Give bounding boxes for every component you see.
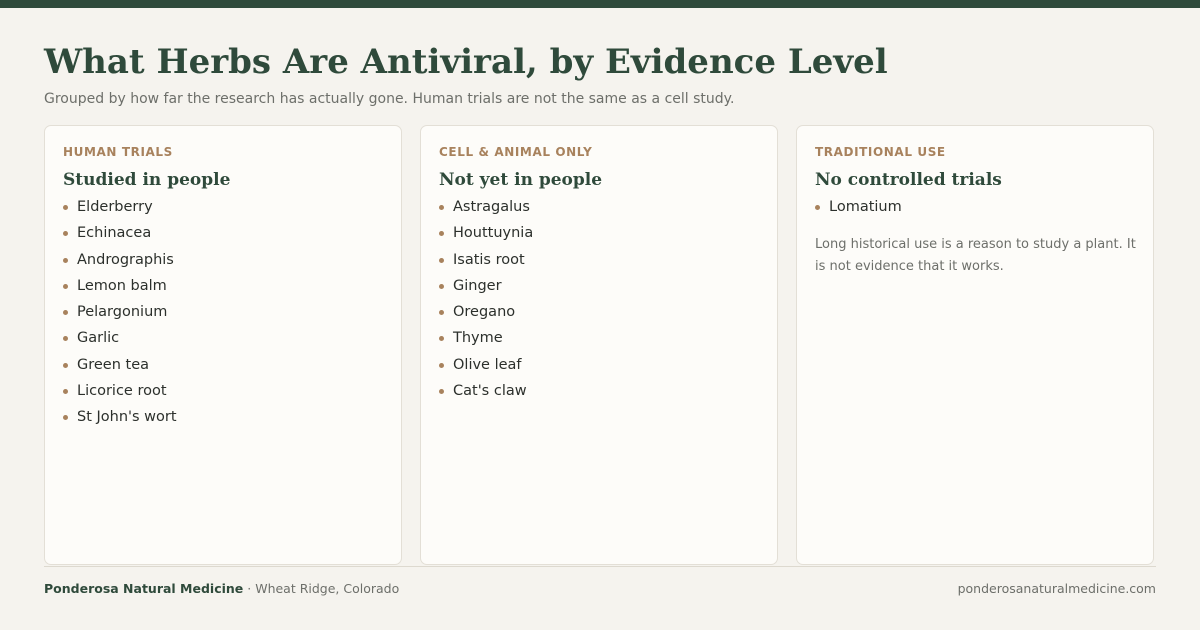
herb-name: Green tea	[77, 356, 150, 373]
herb-item: Echinacea	[63, 222, 177, 248]
bullet-icon	[439, 205, 444, 210]
herb-list: Astragalus Houttuynia Isatis root Ginger Ore…	[439, 196, 533, 406]
herb-name: St John's wort	[77, 409, 177, 426]
herb-name: Houttuynia	[453, 225, 534, 242]
herb-item: Lemon balm	[63, 275, 177, 301]
footer-separator: ·	[243, 581, 256, 596]
page-subtitle: Grouped by how far the research has actu…	[44, 91, 735, 107]
card-heading: Not yet in people	[439, 170, 603, 190]
footer-location: Wheat Ridge, Colorado	[255, 581, 400, 596]
herb-item: Houttuynia	[439, 222, 533, 248]
herb-name: Thyme	[453, 330, 503, 347]
herb-list: Elderberry Echinacea Andrographis Lemon bal…	[63, 196, 177, 433]
herb-name: Cat's claw	[453, 383, 527, 400]
bullet-icon	[63, 205, 68, 210]
bullet-icon	[815, 205, 820, 210]
card-eyebrow: HUMAN TRIALS	[63, 145, 173, 159]
herb-name: Licorice root	[77, 383, 167, 400]
herb-name: Lomatium	[829, 199, 902, 215]
herb-name: Lemon balm	[77, 277, 167, 294]
herb-name: Olive leaf	[453, 356, 522, 373]
herb-item: Green tea	[63, 354, 177, 380]
bullet-icon	[439, 310, 444, 316]
page-title: What Herbs Are Antiviral, by Evidence Le…	[44, 42, 888, 82]
bullet-icon	[439, 231, 444, 237]
card-traditional-use: TRADITIONAL USE No controlled trials Lom…	[796, 125, 1154, 565]
herb-item: Garlic	[63, 327, 177, 353]
card-human-trials: HUMAN TRIALS Studied in people Elderberr…	[44, 125, 402, 565]
bullet-icon	[439, 336, 444, 342]
herb-list: Lomatium	[815, 196, 902, 222]
herb-item: Lomatium	[815, 196, 902, 222]
bullet-icon	[63, 336, 68, 342]
herb-item: Licorice root	[63, 380, 177, 406]
bullet-icon	[439, 257, 444, 263]
bullet-icon	[439, 283, 444, 289]
top-accent-bar	[0, 0, 1200, 8]
card-heading: No controlled trials	[815, 170, 1002, 190]
bullet-icon	[63, 362, 68, 368]
card-note: Long historical use is a reason to study…	[815, 237, 1136, 274]
herb-item: Pelargonium	[63, 301, 177, 327]
herb-item: Ginger	[439, 275, 533, 301]
bullet-icon	[63, 283, 68, 289]
footer-brand: Ponderosa Natural Medicine	[44, 581, 244, 596]
card-eyebrow: TRADITIONAL USE	[815, 145, 946, 159]
herb-item: Elderberry	[63, 196, 177, 222]
footer-url[interactable]: ponderosanaturalmedicine.com	[958, 580, 1156, 598]
footer-credit: Ponderosa Natural Medicine · Wheat Ridge…	[44, 580, 399, 598]
herb-item: Olive leaf	[439, 354, 533, 380]
card-cell-animal-only: CELL & ANIMAL ONLY Not yet in people Ast…	[420, 125, 778, 565]
herb-item: Thyme	[439, 327, 533, 353]
herb-item: Oregano	[439, 301, 533, 327]
herb-item: Isatis root	[439, 249, 533, 275]
herb-name: Andrographis	[77, 251, 174, 268]
herb-name: Isatis root	[453, 251, 525, 268]
bullet-icon	[439, 389, 444, 395]
herb-name: Echinacea	[77, 225, 152, 242]
herb-item: Cat's claw	[439, 380, 533, 406]
herb-item: Andrographis	[63, 249, 177, 275]
card-eyebrow: CELL & ANIMAL ONLY	[439, 145, 593, 159]
herb-name: Garlic	[77, 330, 120, 347]
bullet-icon	[439, 362, 444, 368]
herb-name: Oregano	[453, 304, 516, 321]
footer-divider	[44, 566, 1156, 567]
bullet-icon	[63, 415, 68, 421]
evidence-cards: HUMAN TRIALS Studied in people Elderberr…	[44, 125, 1156, 566]
bullet-icon	[63, 257, 68, 263]
herb-name: Astragalus	[453, 199, 530, 215]
herb-name: Pelargonium	[77, 304, 168, 321]
herb-name: Elderberry	[77, 199, 153, 215]
herb-item: St John's wort	[63, 406, 177, 432]
herb-name: Ginger	[453, 277, 502, 294]
herb-item: Astragalus	[439, 196, 533, 222]
card-heading: Studied in people	[63, 170, 231, 190]
bullet-icon	[63, 231, 68, 237]
bullet-icon	[63, 389, 68, 395]
bullet-icon	[63, 310, 68, 316]
